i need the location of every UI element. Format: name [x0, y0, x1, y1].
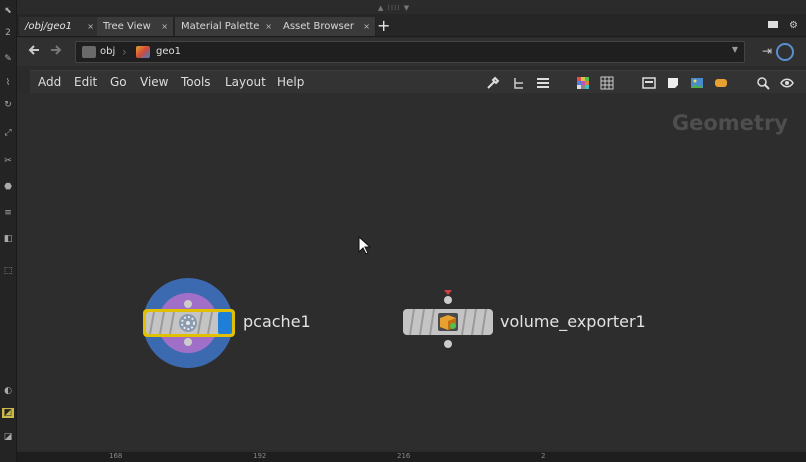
close-icon[interactable]: ×	[265, 17, 272, 36]
search-icon[interactable]	[756, 75, 770, 90]
close-icon[interactable]: ×	[87, 17, 94, 36]
context-label: Geometry	[671, 111, 788, 135]
tool-icon[interactable]: ◐	[2, 386, 14, 396]
ruler-tick: 216	[397, 452, 411, 460]
tab-label: Tree View	[103, 21, 151, 32]
tool-icon[interactable]: ≡	[2, 208, 14, 218]
left-toolbar: ⬉ 2 ✎ ⌇ ↻ ⤢ ✂ ⬣ ≡ ◧ ⬚ ◐ ◩ ◪	[0, 0, 17, 462]
tab-obj-geo1[interactable]: /obj/geo1 ×	[19, 17, 100, 36]
menu-add[interactable]: Add	[38, 71, 61, 93]
tool-icon[interactable]: ⬚	[2, 266, 14, 276]
edit-tool-icon[interactable]: ✎	[2, 54, 14, 64]
geo-node-icon	[136, 46, 150, 58]
network-editor-canvas[interactable]: Geometry	[17, 93, 806, 450]
input-connector[interactable]	[184, 300, 192, 308]
ruler-tick: 192	[253, 452, 267, 460]
add-tab-icon[interactable]: +	[377, 15, 390, 37]
link-icon[interactable]	[776, 43, 794, 61]
input-connector[interactable]	[444, 296, 452, 304]
tab-material-palette[interactable]: Material Palette ×	[175, 17, 278, 36]
pane-tab-bar: /obj/geo1 × Tree View × Material Palette…	[17, 14, 806, 37]
pin-icon[interactable]: ⇥	[762, 44, 772, 58]
list-icon[interactable]	[536, 75, 550, 89]
arrow-right-icon[interactable]	[49, 43, 63, 61]
pcache1-node[interactable]	[140, 276, 240, 370]
close-icon[interactable]: ×	[363, 17, 370, 36]
node-name-pcache1[interactable]: pcache1	[243, 312, 311, 331]
menu-layout[interactable]: Layout	[225, 71, 266, 93]
breadcrumb-obj[interactable]: obj	[100, 42, 115, 62]
path-field[interactable]: obj › geo1 ▼	[75, 41, 745, 63]
badge-icon[interactable]	[714, 75, 728, 89]
close-icon[interactable]: ×	[161, 17, 168, 36]
tree-icon[interactable]	[512, 75, 526, 89]
select-tool-icon[interactable]: ⬉	[2, 6, 14, 16]
pane-menu-icon[interactable]: ⚙	[789, 20, 798, 31]
menu-edit[interactable]: Edit	[74, 71, 97, 93]
path-bar: obj › geo1 ▼ ⇥	[17, 38, 806, 66]
menu-view[interactable]: View	[140, 71, 168, 93]
color-grid-icon[interactable]	[576, 75, 590, 89]
menu-go[interactable]: Go	[110, 71, 127, 93]
arrow-left-icon[interactable]	[27, 43, 41, 61]
output-connector[interactable]	[184, 338, 192, 346]
image-icon[interactable]	[690, 75, 704, 89]
tool-icon[interactable]: ⤢	[2, 128, 14, 138]
network-box-icon[interactable]	[642, 75, 656, 89]
ruler-tick: 2	[541, 452, 546, 460]
menu-help[interactable]: Help	[277, 71, 304, 93]
chevron-down-icon[interactable]: ▼	[732, 45, 738, 54]
pane-resize-handle[interactable]: ▲ ⁞⁞⁞⁞ ▼	[378, 4, 410, 12]
pane-layout-icon[interactable]	[768, 21, 778, 28]
tool-icon[interactable]: ◪	[2, 432, 14, 442]
mouse-cursor-icon	[358, 236, 372, 255]
gear-icon	[179, 314, 197, 332]
tab-asset-browser[interactable]: Asset Browser ×	[277, 17, 376, 36]
tab-label: Material Palette	[181, 21, 260, 32]
volume-exporter1-node[interactable]	[400, 288, 496, 352]
tool-icon[interactable]: ◧	[2, 234, 14, 244]
ruler-tick: 168	[109, 452, 123, 460]
output-connector[interactable]	[444, 340, 452, 348]
breadcrumb-geo1[interactable]: geo1	[156, 42, 181, 62]
wrench-icon[interactable]	[486, 75, 500, 89]
cube-icon	[438, 313, 458, 331]
bottom-ruler: 168 192 216 2	[17, 452, 806, 462]
input-marker	[444, 290, 452, 295]
menu-bar: Add Edit Go View Tools Layout Help	[30, 70, 806, 93]
tab-label: Asset Browser	[283, 21, 355, 32]
tab-tree-view[interactable]: Tree View ×	[97, 17, 174, 36]
sticky-note-icon[interactable]	[666, 75, 680, 89]
node-name-volume-exporter1[interactable]: volume_exporter1	[500, 312, 646, 331]
tab-label: /obj/geo1	[25, 21, 72, 32]
rotate-tool-icon[interactable]: ↻	[2, 100, 14, 110]
tool-icon[interactable]: 2	[2, 28, 14, 38]
obj-network-icon	[82, 46, 96, 58]
grid-icon[interactable]	[600, 75, 614, 90]
eye-icon[interactable]	[780, 75, 794, 89]
breadcrumb-separator: ›	[122, 45, 127, 59]
cut-tool-icon[interactable]: ✂	[2, 156, 14, 166]
menu-tools[interactable]: Tools	[181, 71, 211, 93]
tool-icon[interactable]: ⌇	[2, 78, 14, 88]
display-flag[interactable]	[218, 312, 232, 334]
tool-icon[interactable]: ◩	[2, 408, 14, 418]
tool-icon[interactable]: ⬣	[2, 182, 14, 192]
